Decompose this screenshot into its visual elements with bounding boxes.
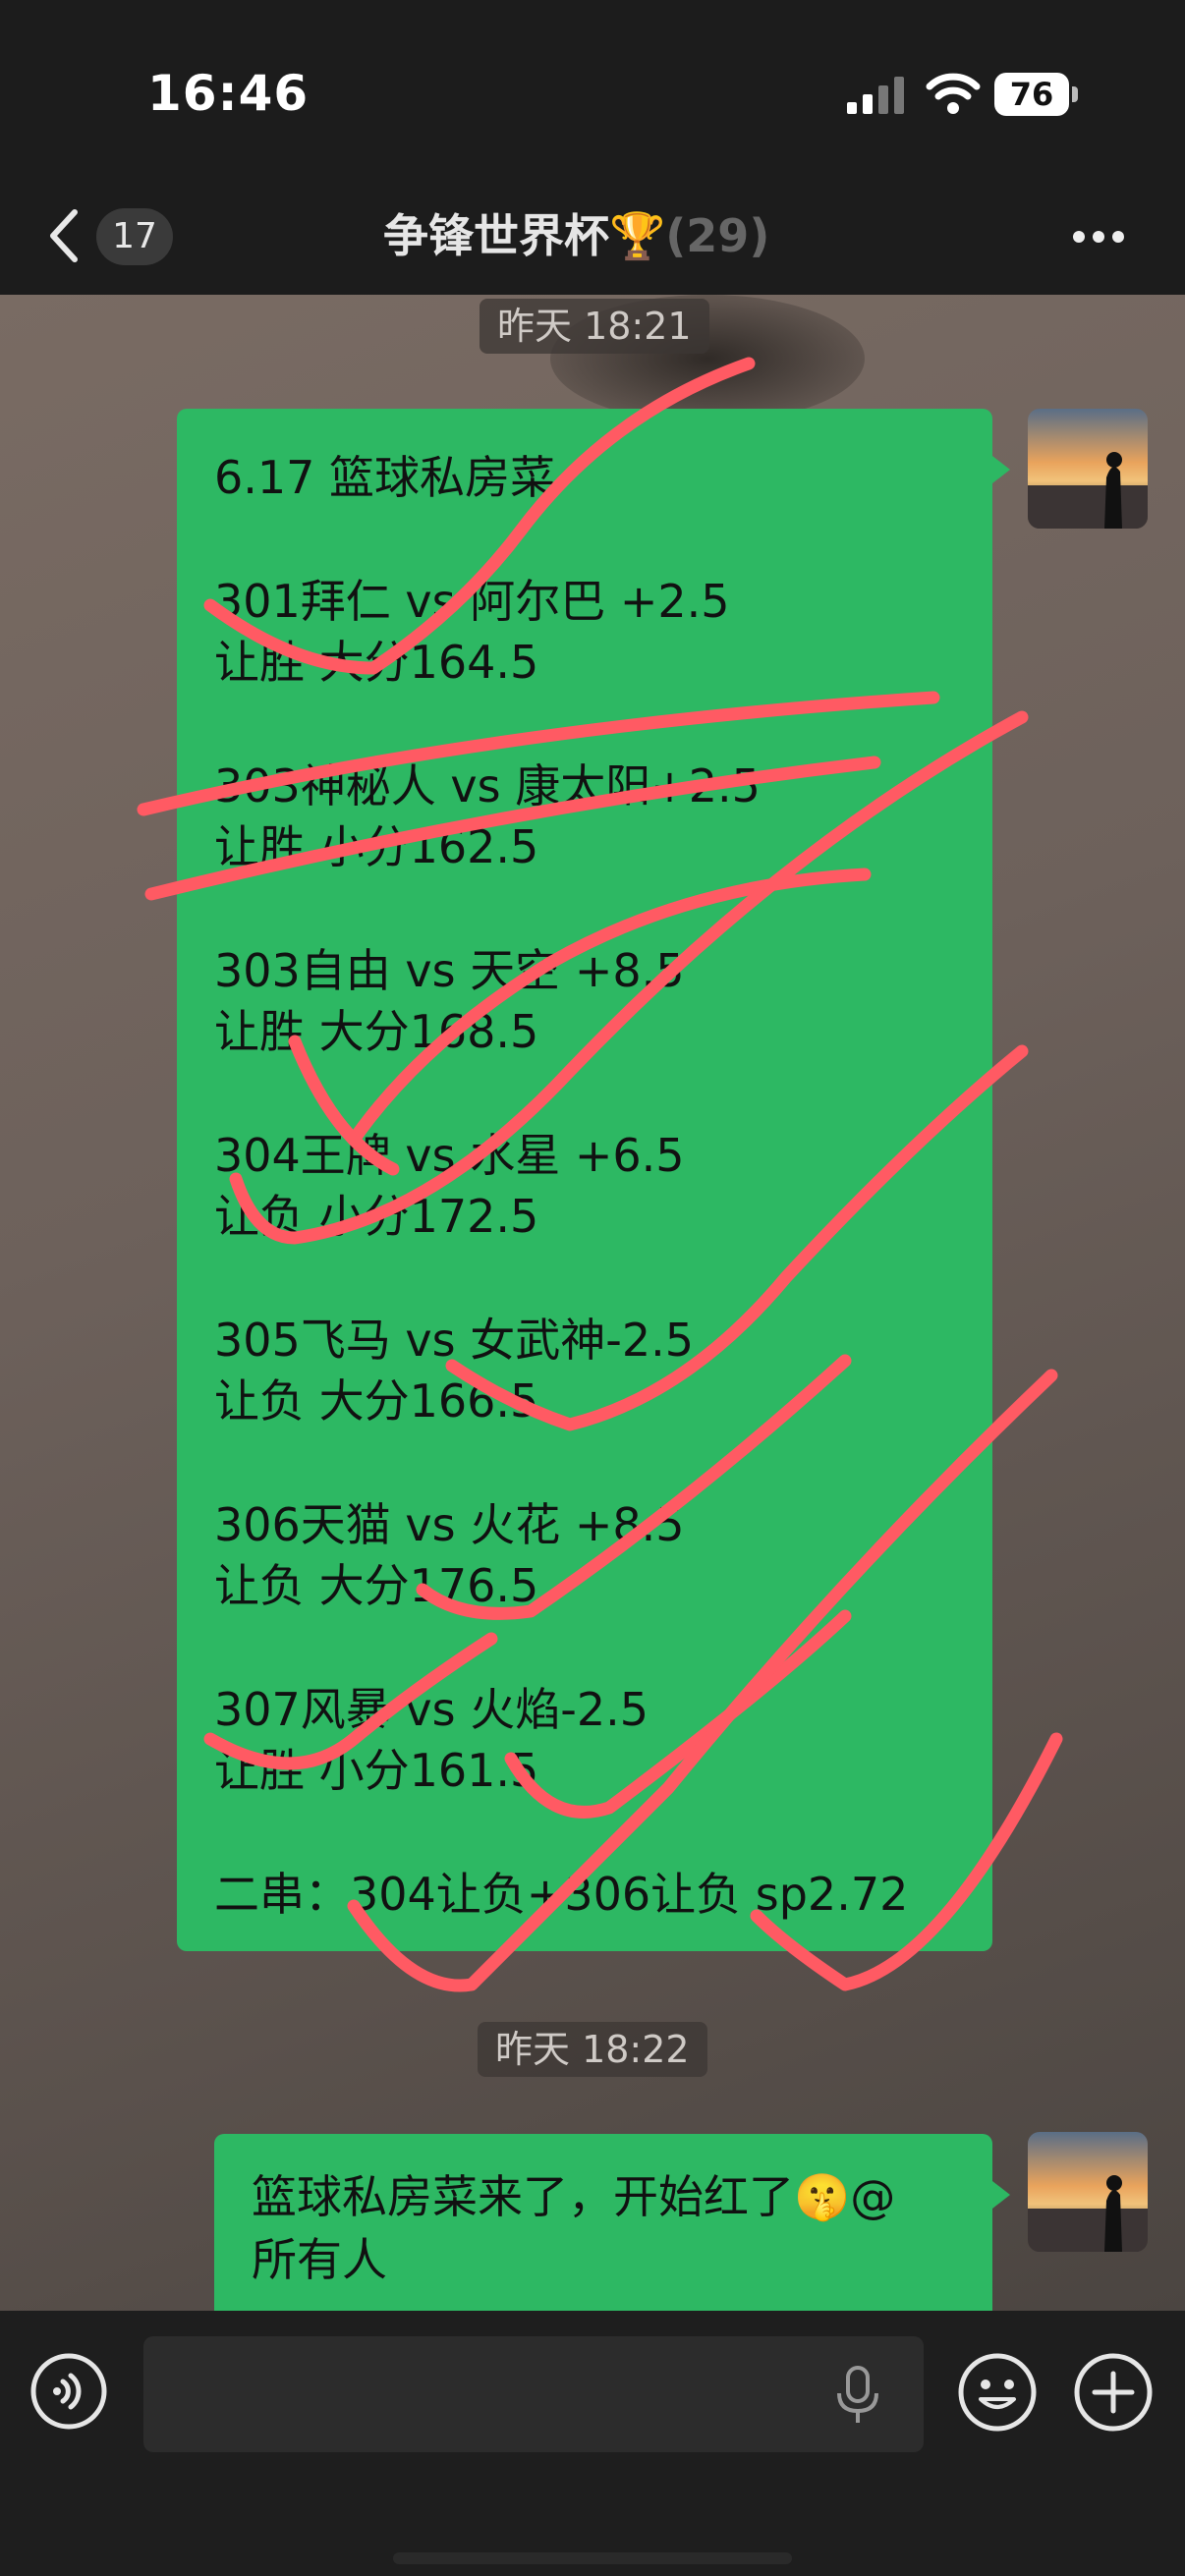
sunset-avatar-image <box>1028 2132 1148 2252</box>
emoji-icon[interactable] <box>957 2352 1038 2433</box>
plus-icon[interactable] <box>1073 2352 1154 2433</box>
status-time: 16:46 <box>147 65 310 122</box>
input-bar <box>0 2311 1185 2576</box>
member-count: (29) <box>665 209 770 262</box>
wifi-icon <box>926 73 981 114</box>
message-line: 让胜 大分168.5 <box>214 1005 539 1058</box>
group-name: 争锋世界杯 <box>383 209 609 262</box>
message-line: 二串：304让负+306让负 sp2.72 <box>214 1868 909 1921</box>
message-line: 301拜仁 vs 阿尔巴 +2.5 <box>214 575 730 628</box>
group-title[interactable]: 争锋世界杯🏆(29) <box>383 200 769 265</box>
battery-indicator: 76 <box>994 73 1079 116</box>
message-line: 304王牌 vs 水星 +6.5 <box>214 1129 685 1182</box>
home-indicator <box>393 2552 792 2564</box>
trophy-icon: 🏆 <box>609 209 666 262</box>
message-line: 307风暴 vs 火焰-2.5 <box>214 1683 649 1736</box>
avatar[interactable] <box>1028 409 1148 529</box>
timestamp: 昨天 18:22 <box>478 2022 707 2077</box>
message-line: 让胜 大分164.5 <box>214 636 539 689</box>
message-line: 303自由 vs 天空 +8.5 <box>214 944 685 997</box>
voice-icon[interactable] <box>29 2352 108 2431</box>
battery-nub <box>1072 86 1078 102</box>
unread-count-badge[interactable]: 17 <box>96 208 173 265</box>
mic-icon[interactable] <box>831 2364 884 2427</box>
more-dots-icon[interactable] <box>1073 228 1132 243</box>
message-line: 让负 小分172.5 <box>214 1190 539 1243</box>
message-line: 让胜 小分162.5 <box>214 820 539 873</box>
timestamp: 昨天 18:21 <box>480 299 709 354</box>
message-input[interactable] <box>143 2336 924 2452</box>
message-bubble[interactable]: 6.17 篮球私房菜 301拜仁 vs 阿尔巴 +2.5 让胜 大分164.5 … <box>177 409 1010 1951</box>
status-bar: 16:46 76 <box>0 0 1185 177</box>
chevron-left-icon[interactable] <box>43 206 83 265</box>
message-line: 让负 大分166.5 <box>214 1374 539 1428</box>
sunset-avatar-image <box>1028 409 1148 529</box>
cellular-signal-icon <box>847 77 904 114</box>
avatar[interactable] <box>1028 2132 1148 2252</box>
message-line: 篮球私房菜来了，开始红了🤫@ <box>252 2170 896 2223</box>
message-line: 让胜 小分161.5 <box>214 1744 539 1797</box>
message-bubble[interactable]: 篮球私房菜来了，开始红了🤫@ 所有人 <box>214 2134 1010 2311</box>
message-line: 305飞马 vs 女武神-2.5 <box>214 1314 694 1367</box>
message-line: 所有人 <box>252 2233 387 2286</box>
message-line: 306天猫 vs 火花 +8.5 <box>214 1498 685 1551</box>
message-line: 6.17 篮球私房菜 <box>214 451 556 504</box>
message-line: 303神秘人 vs 康太阳+2.5 <box>214 759 761 812</box>
chat-header: 17 争锋世界杯🏆(29) <box>0 177 1185 295</box>
battery-level: 76 <box>994 73 1069 116</box>
message-line: 让负 大分176.5 <box>214 1559 539 1612</box>
chat-area[interactable]: 昨天 18:21 6.17 篮球私房菜 301拜仁 vs 阿尔巴 +2.5 让胜… <box>0 295 1185 2311</box>
